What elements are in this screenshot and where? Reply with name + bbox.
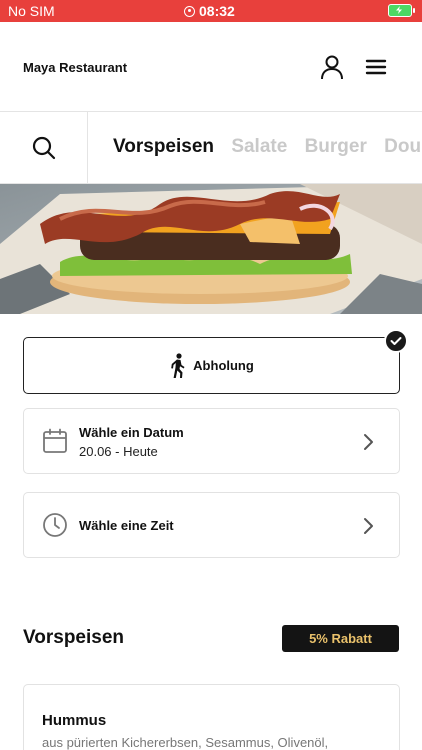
- date-selector[interactable]: Wähle ein Datum 20.06 - Heute: [23, 408, 400, 474]
- status-time: 08:32: [184, 3, 235, 19]
- status-time-text: 08:32: [199, 3, 235, 19]
- location-icon: [184, 5, 195, 17]
- section-title: Vorspeisen: [23, 627, 125, 648]
- search-icon: [32, 136, 55, 159]
- tab-double[interactable]: Double: [384, 136, 422, 157]
- date-title: Wähle ein Datum: [79, 425, 184, 440]
- walking-icon: [171, 352, 185, 378]
- hero-image: [0, 184, 422, 314]
- tab-salate[interactable]: Salate: [231, 136, 287, 157]
- product-name: Hummus: [42, 712, 107, 729]
- time-selector[interactable]: Wähle eine Zeit: [23, 492, 400, 558]
- calendar-icon: [43, 428, 67, 453]
- tab-burger[interactable]: Burger: [305, 136, 367, 157]
- carrier-label: No SIM: [8, 3, 55, 19]
- app-header: Maya Restaurant: [0, 22, 422, 112]
- category-tabs: Vorspeisen Salate Burger Double: [113, 136, 422, 158]
- time-title: Wähle eine Zeit: [79, 518, 174, 533]
- search-button[interactable]: [0, 112, 88, 183]
- chevron-right-icon: [364, 518, 373, 534]
- restaurant-name: Maya Restaurant: [23, 60, 128, 75]
- check-icon: [384, 329, 408, 353]
- clock-icon: [43, 513, 67, 537]
- battery-icon: [388, 4, 415, 17]
- product-description: aus pürierten Kichererbsen, Sesammus, Ol…: [42, 735, 329, 750]
- date-value: 20.06 - Heute: [79, 444, 158, 459]
- user-icon[interactable]: [318, 53, 346, 81]
- discount-badge: 5% Rabatt: [282, 625, 399, 652]
- pickup-label: Abholung: [193, 358, 254, 373]
- tab-vorspeisen[interactable]: Vorspeisen: [113, 136, 214, 157]
- menu-icon[interactable]: [363, 55, 389, 79]
- product-card[interactable]: Hummus aus pürierten Kichererbsen, Sesam…: [23, 684, 400, 750]
- pickup-option[interactable]: Abholung: [23, 337, 400, 394]
- chevron-right-icon: [364, 434, 373, 450]
- status-bar: No SIM 08:32: [0, 0, 422, 22]
- category-bar: Vorspeisen Salate Burger Double: [0, 112, 422, 184]
